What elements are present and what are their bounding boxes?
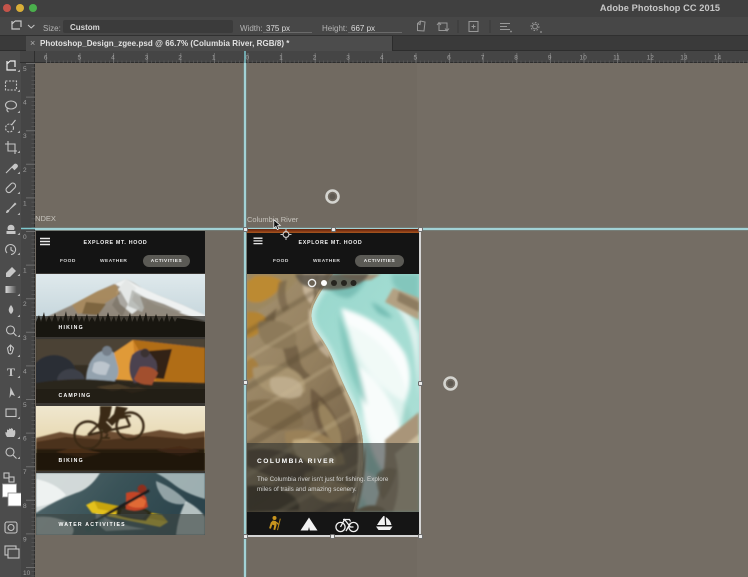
svg-text:2: 2 bbox=[23, 301, 27, 308]
svg-text:6: 6 bbox=[23, 435, 27, 442]
svg-text:3: 3 bbox=[145, 54, 149, 61]
svg-text:4: 4 bbox=[23, 99, 27, 106]
svg-text:1: 1 bbox=[212, 54, 216, 61]
svg-text:8: 8 bbox=[514, 54, 518, 61]
svg-text:14: 14 bbox=[714, 54, 722, 61]
svg-text:6: 6 bbox=[447, 54, 451, 61]
svg-text:3: 3 bbox=[346, 54, 350, 61]
svg-text:1: 1 bbox=[279, 54, 283, 61]
svg-text:1: 1 bbox=[23, 267, 27, 274]
svg-text:5: 5 bbox=[414, 54, 418, 61]
svg-text:4: 4 bbox=[111, 54, 115, 61]
svg-text:1: 1 bbox=[23, 200, 27, 207]
svg-text:2: 2 bbox=[178, 54, 182, 61]
svg-text:10: 10 bbox=[23, 570, 31, 577]
svg-text:2: 2 bbox=[313, 54, 317, 61]
svg-text:9: 9 bbox=[548, 54, 552, 61]
svg-text:T: T bbox=[7, 365, 15, 379]
svg-text:7: 7 bbox=[481, 54, 485, 61]
svg-text:3: 3 bbox=[23, 334, 27, 341]
svg-text:2: 2 bbox=[23, 166, 27, 173]
svg-text:4: 4 bbox=[23, 368, 27, 375]
svg-text:6: 6 bbox=[44, 54, 48, 61]
svg-text:11: 11 bbox=[613, 54, 620, 61]
svg-text:9: 9 bbox=[23, 536, 27, 543]
svg-text:5: 5 bbox=[23, 402, 27, 409]
svg-text:13: 13 bbox=[680, 54, 688, 61]
svg-text:12: 12 bbox=[647, 54, 655, 61]
svg-text:5: 5 bbox=[78, 54, 82, 61]
svg-text:0: 0 bbox=[23, 234, 27, 241]
svg-text:10: 10 bbox=[580, 54, 588, 61]
svg-text:3: 3 bbox=[23, 133, 27, 140]
svg-text:7: 7 bbox=[23, 469, 27, 476]
svg-text:5: 5 bbox=[23, 66, 27, 73]
svg-text:8: 8 bbox=[23, 502, 27, 509]
svg-text:0: 0 bbox=[246, 54, 250, 61]
svg-text:4: 4 bbox=[380, 54, 384, 61]
